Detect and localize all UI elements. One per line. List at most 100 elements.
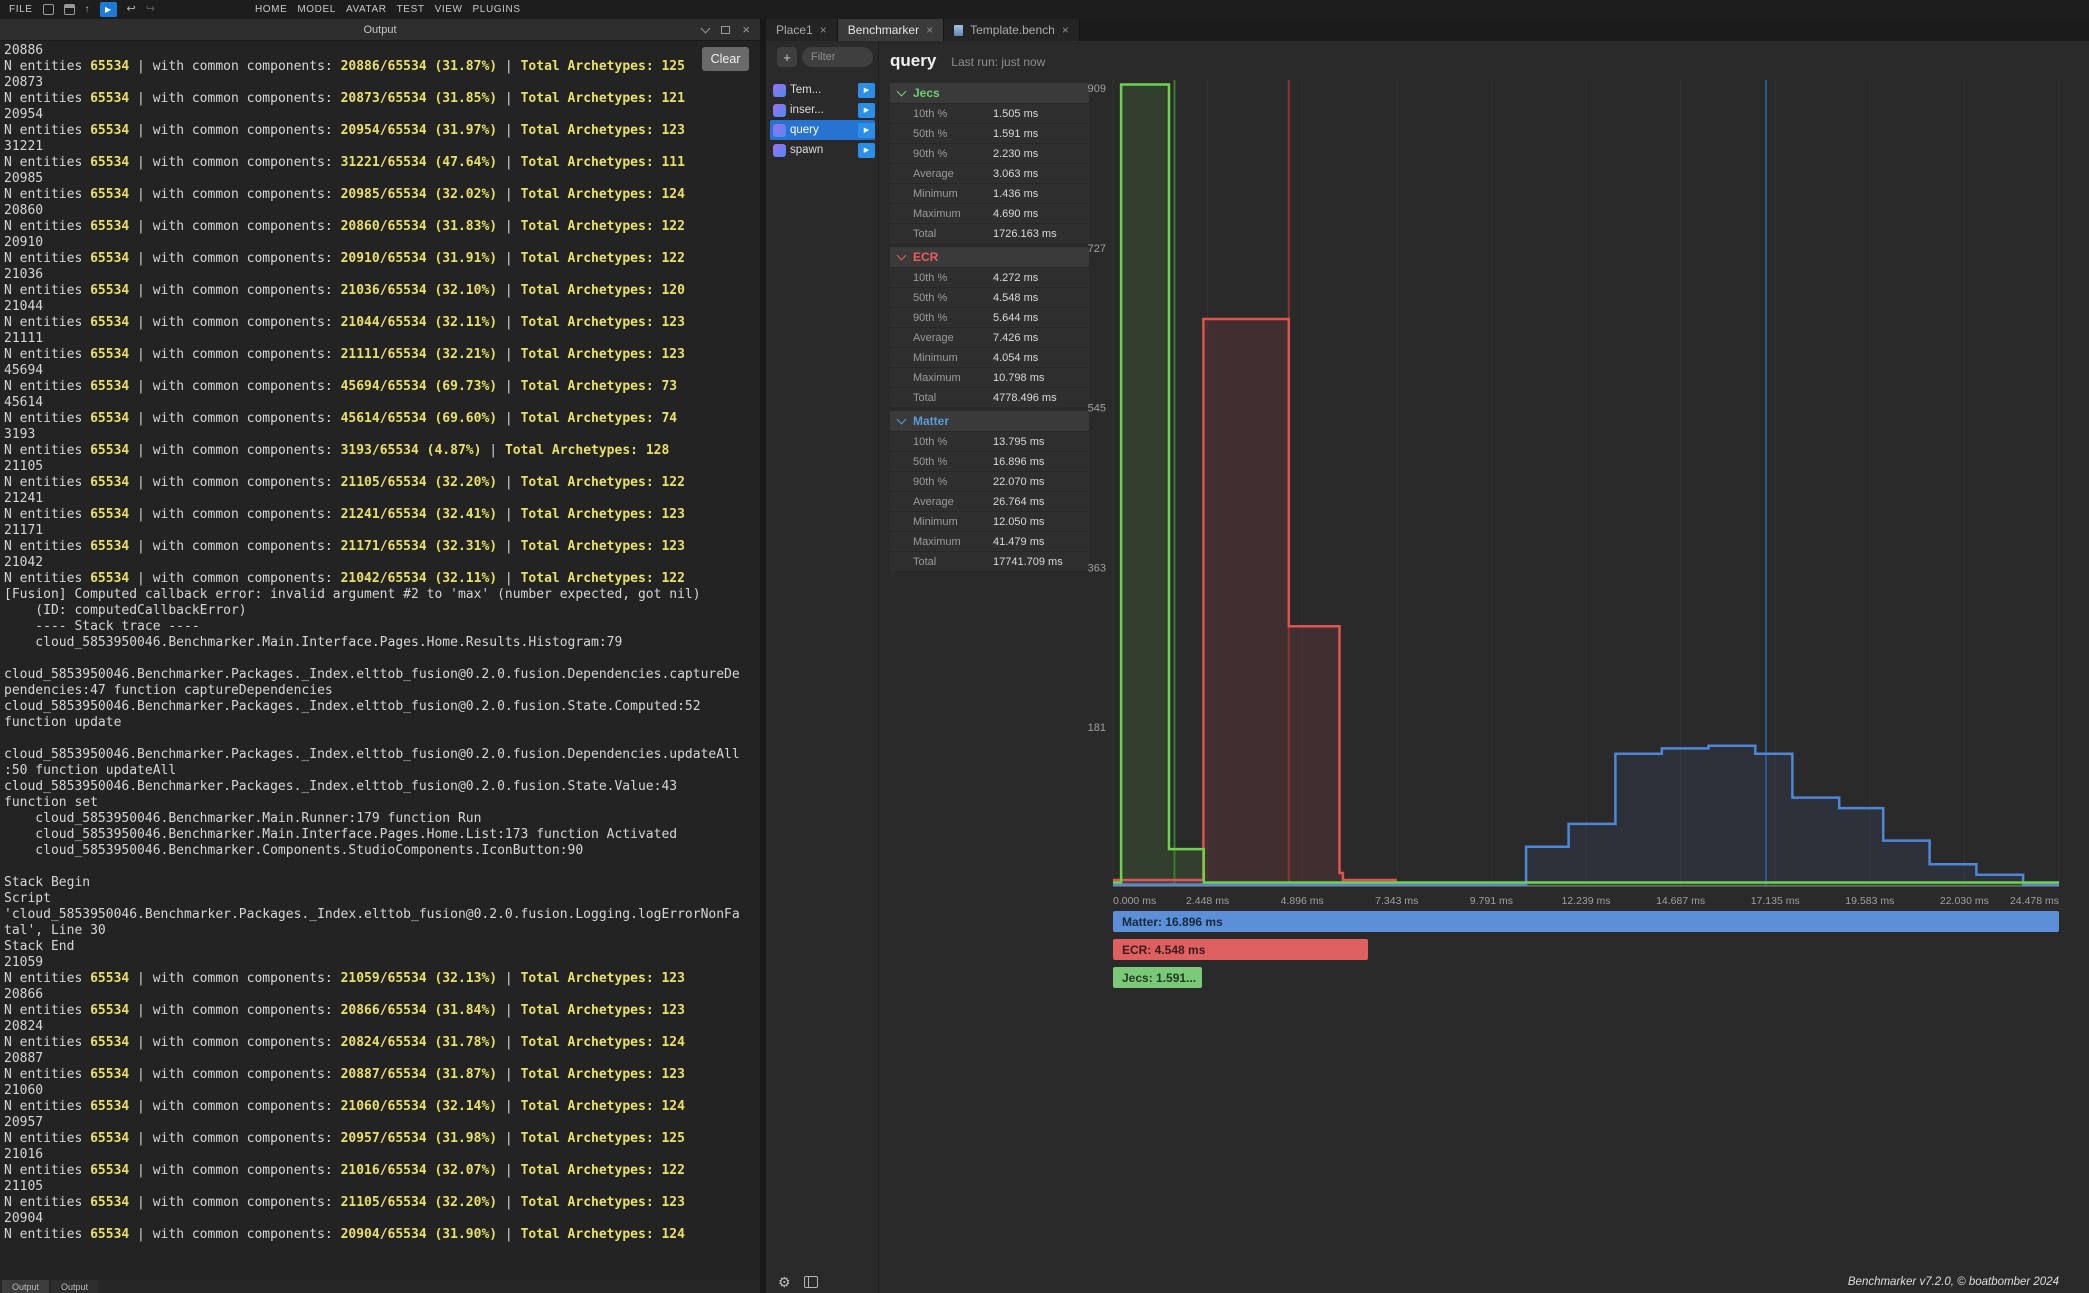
publish-icon[interactable]: ↑ (85, 5, 90, 15)
output-header-icons: × (702, 19, 750, 40)
tab-close-icon[interactable]: × (820, 24, 827, 36)
run-benchmark-button[interactable]: ▶ (858, 143, 875, 158)
stat-value: 22.070 ms (993, 476, 1044, 488)
stat-label: Maximum (913, 208, 993, 220)
output-dock-tab[interactable]: Output (51, 1280, 98, 1293)
stat-label: Maximum (913, 372, 993, 384)
stat-label: Average (913, 496, 993, 508)
stat-label: Minimum (913, 188, 993, 200)
tab-template-bench[interactable]: Template.bench× (944, 19, 1080, 41)
tab-label: Place1 (776, 23, 813, 37)
benchmark-icon (773, 104, 786, 117)
log-text-line: 21105 (4, 459, 760, 475)
output-log[interactable]: 20886N entities 65534 | with common comp… (4, 43, 760, 1280)
log-text-line: function set (4, 795, 760, 811)
run-benchmark-button[interactable]: ▶ (858, 83, 875, 98)
legend-bar-matter: Matter: 16.896 ms (1113, 911, 2059, 932)
log-text-line: 20824 (4, 1019, 760, 1035)
stats-section-header-matter[interactable]: Matter (890, 411, 1089, 431)
stat-label: 10th % (913, 436, 993, 448)
benchmarker-version-label: Benchmarker v7.2.0, © boatbomber 2024 (1848, 1276, 2059, 1288)
menu-file[interactable]: FILE (9, 4, 33, 15)
log-entry-line: N entities 65534 | with common component… (4, 1035, 760, 1051)
run-benchmark-button[interactable]: ▶ (858, 123, 875, 138)
x-tick-label: 4.896 ms (1281, 895, 1324, 907)
close-icon[interactable]: × (742, 23, 750, 36)
stats-section-matter: Matter10th %13.795 ms50th %16.896 ms90th… (890, 411, 1089, 571)
y-tick-label: 181 (1088, 722, 1106, 734)
save-icon[interactable] (64, 4, 75, 15)
redo-icon[interactable]: ↪ (146, 4, 155, 15)
menu-model[interactable]: MODEL (297, 4, 336, 15)
stats-section-ecr: ECR10th %4.272 ms50th %4.548 ms90th %5.6… (890, 247, 1089, 407)
stat-value: 2.230 ms (993, 148, 1038, 160)
stat-row: Minimum4.054 ms (890, 347, 1089, 367)
tab-benchmarker[interactable]: Benchmarker× (838, 19, 944, 41)
log-text-line: 20860 (4, 203, 760, 219)
log-text-line: Stack Begin (4, 875, 760, 891)
stats-section-jecs: Jecs10th %1.505 ms50th %1.591 ms90th %2.… (890, 83, 1089, 243)
log-text-line: pendencies:47 function captureDependenci… (4, 683, 760, 699)
stat-label: 50th % (913, 128, 993, 140)
stat-value: 4.548 ms (993, 292, 1038, 304)
add-benchmark-button[interactable]: + (777, 47, 797, 67)
undo-icon[interactable]: ↩ (127, 4, 136, 15)
log-text-line: cloud_5853950046.Benchmarker.Main.Interf… (4, 827, 760, 843)
stat-value: 1.591 ms (993, 128, 1038, 140)
log-entry-line: N entities 65534 | with common component… (4, 1099, 760, 1115)
log-entry-line: N entities 65534 | with common component… (4, 219, 760, 235)
stat-row: 90th %2.230 ms (890, 143, 1089, 163)
benchmark-list-item-spawn[interactable]: spawn▶ (770, 140, 875, 160)
stat-label: Total (913, 556, 993, 568)
stats-section-header-jecs[interactable]: Jecs (890, 83, 1089, 103)
benchmark-list-item-query[interactable]: query▶ (770, 120, 875, 140)
log-text-line: 21016 (4, 1147, 760, 1163)
filter-input[interactable] (802, 47, 873, 67)
menu-plugins[interactable]: PLUGINS (473, 4, 521, 15)
stat-row: 50th %1.591 ms (890, 123, 1089, 143)
x-tick-label: 0.000 ms (1113, 895, 1156, 907)
stat-label: Average (913, 168, 993, 180)
output-dock-tab[interactable]: Output (2, 1280, 49, 1293)
log-text-line: 45614 (4, 395, 760, 411)
tab-place1[interactable]: Place1 × (766, 19, 838, 41)
menu-avatar[interactable]: AVATAR (346, 4, 387, 15)
chevron-down-icon[interactable] (701, 23, 711, 33)
clear-button[interactable]: Clear (702, 47, 749, 71)
benchmark-header: query Last run: just now (890, 51, 1045, 71)
benchmark-list-item-Tem[interactable]: Tem...▶ (770, 80, 875, 100)
stat-row: Maximum41.479 ms (890, 531, 1089, 551)
stat-value: 4.054 ms (993, 352, 1038, 364)
stat-row: Maximum4.690 ms (890, 203, 1089, 223)
run-benchmark-button[interactable]: ▶ (858, 103, 875, 118)
stat-value: 26.764 ms (993, 496, 1044, 508)
log-entry-line: N entities 65534 | with common component… (4, 91, 760, 107)
output-header: Output × (0, 19, 760, 41)
tab-close-icon[interactable]: × (926, 24, 933, 36)
stats-section-header-ecr[interactable]: ECR (890, 247, 1089, 267)
benchmark-list: Tem...▶inser...▶query▶spawn▶ (770, 80, 875, 160)
log-text-line: 21044 (4, 299, 760, 315)
menu-view[interactable]: VIEW (435, 4, 463, 15)
log-text-line: 20887 (4, 1051, 760, 1067)
tab-close-icon[interactable]: × (1062, 24, 1069, 36)
chevron-down-icon (897, 87, 907, 97)
menu-test[interactable]: TEST (397, 4, 425, 15)
play-button[interactable]: ▶ (100, 2, 117, 17)
histogram-chart: 1813635457279090.000 ms2.448 ms4.896 ms7… (1080, 75, 2075, 910)
new-file-icon[interactable] (43, 4, 54, 15)
stat-value: 17741.709 ms (993, 556, 1063, 568)
popout-icon[interactable] (721, 26, 730, 34)
list-divider (878, 41, 879, 1293)
log-text-line: cloud_5853950046.Benchmarker.Components.… (4, 843, 760, 859)
stat-value: 41.479 ms (993, 536, 1044, 548)
benchmark-title: query (890, 51, 936, 71)
log-entry-line: N entities 65534 | with common component… (4, 1195, 760, 1211)
layout-icon[interactable] (804, 1276, 818, 1288)
benchmark-list-item-inser[interactable]: inser...▶ (770, 100, 875, 120)
stat-row: 10th %4.272 ms (890, 267, 1089, 287)
stat-row: 90th %5.644 ms (890, 307, 1089, 327)
gear-icon[interactable]: ⚙ (778, 1275, 791, 1289)
log-text-line: 45694 (4, 363, 760, 379)
menu-home[interactable]: HOME (255, 4, 287, 15)
